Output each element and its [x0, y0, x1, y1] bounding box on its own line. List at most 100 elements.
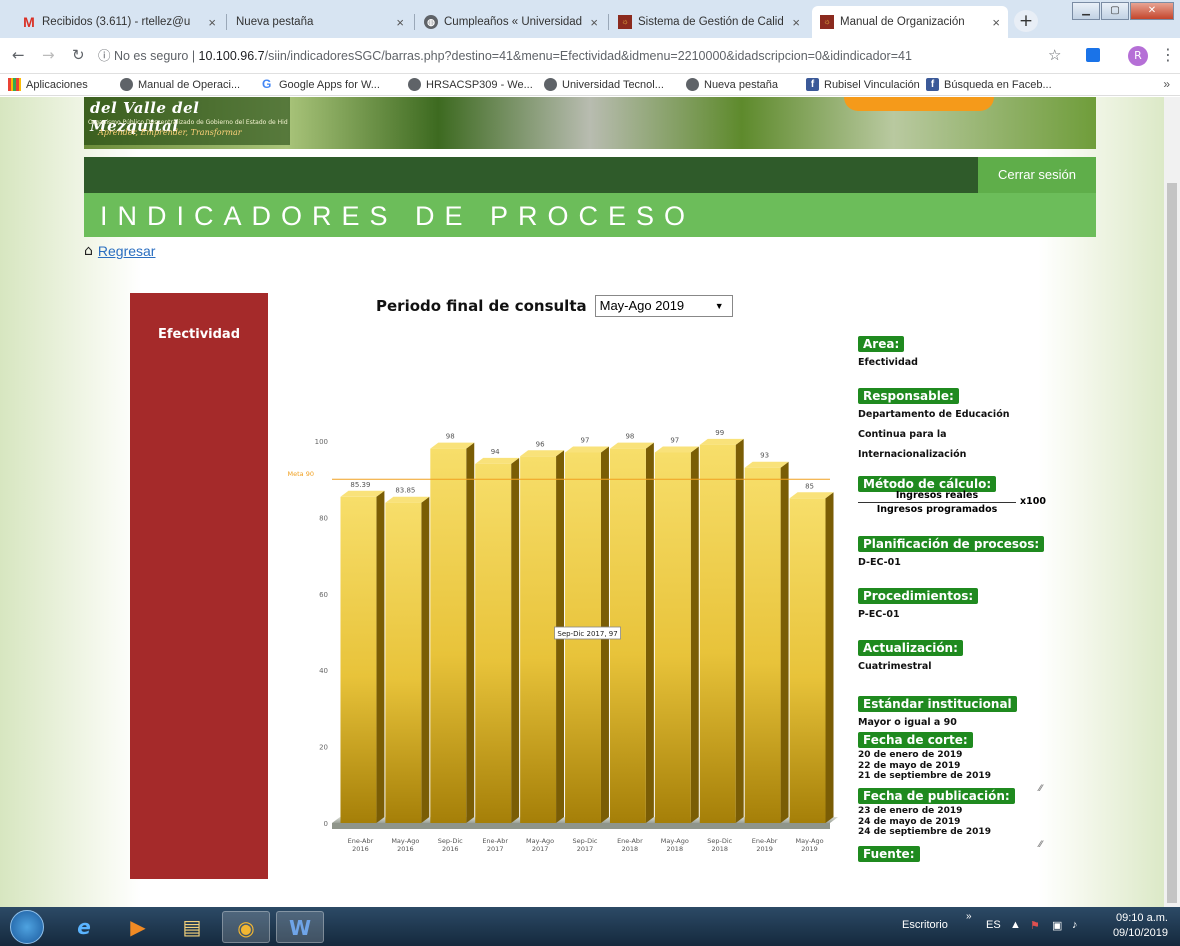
url-host: 10.100.96.7	[198, 49, 265, 63]
tab-title: Sistema de Gestión de Calid	[638, 16, 784, 28]
internet-explorer-icon[interactable]: e	[60, 911, 108, 943]
action-center-icon[interactable]: ⚑	[1030, 919, 1040, 932]
fraction-line	[858, 502, 1016, 503]
tab-manual-organizacion[interactable]: ☼ Manual de Organización ×	[812, 6, 1008, 38]
formula-numerator: Ingresos reales	[895, 490, 979, 501]
bookmark-busqueda-facebook[interactable]: f Búsqueda en Faceb...	[926, 78, 1052, 91]
back-link-text[interactable]: Regresar	[98, 243, 156, 259]
tab-sgc[interactable]: ☼ Sistema de Gestión de Calid ×	[610, 6, 808, 38]
reload-icon[interactable]: ↻	[72, 46, 85, 64]
bar-side	[421, 496, 430, 823]
bookmark-universidad[interactable]: Universidad Tecnol...	[544, 78, 664, 91]
tab-separator	[414, 14, 415, 30]
profile-avatar[interactable]: R	[1128, 46, 1148, 66]
bookmarks-bar: Aplicaciones Manual de Operaci... G Googl…	[0, 74, 1180, 96]
bar-value-label: 96	[536, 440, 545, 448]
chrome-taskbar-icon[interactable]: ◉	[222, 911, 270, 943]
bookmark-manual-operaciones[interactable]: Manual de Operaci...	[120, 78, 240, 91]
minimize-button[interactable]: ▁	[1072, 2, 1100, 20]
tab-cumpleanos[interactable]: ◍ Cumpleaños « Universidad T ×	[416, 6, 606, 38]
fuente-label: Fuente:	[858, 846, 920, 862]
x-tick-label: 2016	[442, 845, 459, 853]
back-arrow-icon[interactable]: ←	[12, 46, 25, 64]
globe-icon	[686, 78, 699, 91]
tab-title: Nueva pestaña	[236, 16, 314, 28]
close-tab-icon[interactable]: ×	[792, 15, 800, 30]
side-menu: Efectividad	[130, 293, 268, 879]
x-tick-label: Sep-Dic	[438, 837, 463, 845]
address-bar[interactable]: ⓘ No es seguro | 10.100.96.7/siin/indica…	[98, 44, 1038, 68]
bookmark-hrsacsp309[interactable]: HRSACSP309 - We...	[408, 78, 533, 91]
fecha-publicacion-line: 23 de enero de 2019	[858, 806, 963, 816]
period-selector: Periodo final de consulta May-Ago 2019 ▼	[376, 295, 733, 317]
bookmark-star-icon[interactable]: ☆	[1048, 46, 1061, 64]
word-taskbar-icon[interactable]: W	[276, 911, 324, 943]
close-tab-icon[interactable]: ×	[208, 15, 216, 30]
back-link[interactable]: ⌂ Regresar	[84, 243, 155, 259]
tab-gmail[interactable]: M Recibidos (3.611) - rtellez@u ×	[14, 6, 224, 38]
chevron-right-icon[interactable]: »	[966, 911, 972, 922]
globe-icon	[544, 78, 557, 91]
bookmark-google-apps[interactable]: G Google Apps for W...	[262, 78, 380, 91]
fecha-publicacion-line: 24 de septiembre de 2019	[858, 827, 991, 837]
tab-new-tab[interactable]: Nueva pestaña ×	[228, 6, 412, 38]
menu-bar	[84, 157, 1096, 193]
globe-icon: ◍	[424, 15, 438, 29]
forward-arrow-icon[interactable]: →	[42, 46, 55, 64]
x-tick-label: Ene-Abr	[482, 837, 508, 845]
more-menu-icon[interactable]: ⋮	[1160, 45, 1176, 64]
estandar-label: Estándar institucional	[858, 696, 1017, 712]
target-label: Meta 90	[288, 470, 314, 478]
dropdown-arrow-icon: ▼	[714, 301, 724, 311]
gmail-icon: M	[23, 14, 35, 30]
period-label: Periodo final de consulta	[376, 297, 587, 315]
globe-icon	[408, 78, 421, 91]
system-clock[interactable]: 09:10 a.m. 09/10/2019	[1113, 911, 1168, 941]
bar	[654, 452, 691, 823]
network-icon[interactable]: ▣	[1052, 919, 1062, 932]
page-scrollbar[interactable]	[1164, 97, 1180, 907]
start-button[interactable]	[10, 910, 44, 944]
desktop-toolbar[interactable]: Escritorio	[902, 919, 948, 931]
x-tick-label: 2018	[667, 845, 684, 853]
language-indicator[interactable]: ES	[986, 919, 1001, 931]
close-tab-icon[interactable]: ×	[590, 15, 598, 30]
media-player-icon[interactable]: ▶	[114, 911, 162, 943]
bar-side	[825, 492, 834, 823]
info-icon[interactable]: ⓘ	[98, 49, 114, 63]
volume-icon[interactable]: ♪	[1072, 919, 1078, 931]
close-tab-icon[interactable]: ×	[992, 15, 1000, 30]
close-tab-icon[interactable]: ×	[396, 15, 404, 30]
maximize-button[interactable]: ▢	[1101, 2, 1129, 20]
bar-chart: 02040608010085.39Ene-Abr201683.85May-Ago…	[288, 429, 838, 853]
tab-title: Recibidos (3.611) - rtellez@u	[42, 16, 191, 28]
planificacion-value: D-EC-01	[858, 557, 901, 568]
area-label: Area:	[858, 336, 905, 352]
show-hidden-icons-icon[interactable]: ▲	[1010, 919, 1021, 931]
x-tick-label: May-Ago	[526, 837, 554, 845]
side-menu-item-efectividad[interactable]: Efectividad	[130, 327, 268, 342]
chart-tooltip-text: Sep-Dic 2017, 97	[557, 630, 617, 638]
new-tab-button[interactable]: +	[1014, 10, 1038, 32]
google-icon: G	[262, 77, 272, 91]
resize-handle-icon[interactable]: ⁄⁄	[1039, 840, 1042, 851]
info-metodo: Método de cálculo: Ingresos reales Ingre…	[858, 473, 1046, 524]
extension-icon[interactable]	[1086, 48, 1100, 62]
scrollbar-thumb[interactable]	[1167, 183, 1177, 903]
y-tick-label: 100	[315, 438, 328, 446]
info-responsable: Responsable: Departamento de Educación C…	[858, 385, 1009, 464]
bar	[385, 502, 422, 823]
file-explorer-icon[interactable]: ▤	[168, 911, 216, 943]
period-dropdown[interactable]: May-Ago 2019 ▼	[594, 295, 733, 317]
more-bookmarks-icon[interactable]: »	[1163, 77, 1170, 91]
x-tick-label: 2017	[577, 845, 594, 853]
logout-button[interactable]: Cerrar sesión	[978, 157, 1096, 193]
page-viewport: del Valle del Mezquital Organismo Públic…	[0, 97, 1180, 907]
bookmark-nueva-pestana[interactable]: Nueva pestaña	[686, 78, 778, 91]
close-window-button[interactable]: ✕	[1130, 2, 1174, 20]
logo-subtitle: Organismo Público Descentralizado de Gob…	[88, 119, 288, 126]
fecha-corte-line: 22 de mayo de 2019	[858, 760, 961, 771]
chart-floor-front	[332, 823, 830, 829]
bookmark-rubisel[interactable]: f Rubisel Vinculación	[806, 78, 920, 91]
bookmark-apps[interactable]: Aplicaciones	[8, 78, 88, 91]
